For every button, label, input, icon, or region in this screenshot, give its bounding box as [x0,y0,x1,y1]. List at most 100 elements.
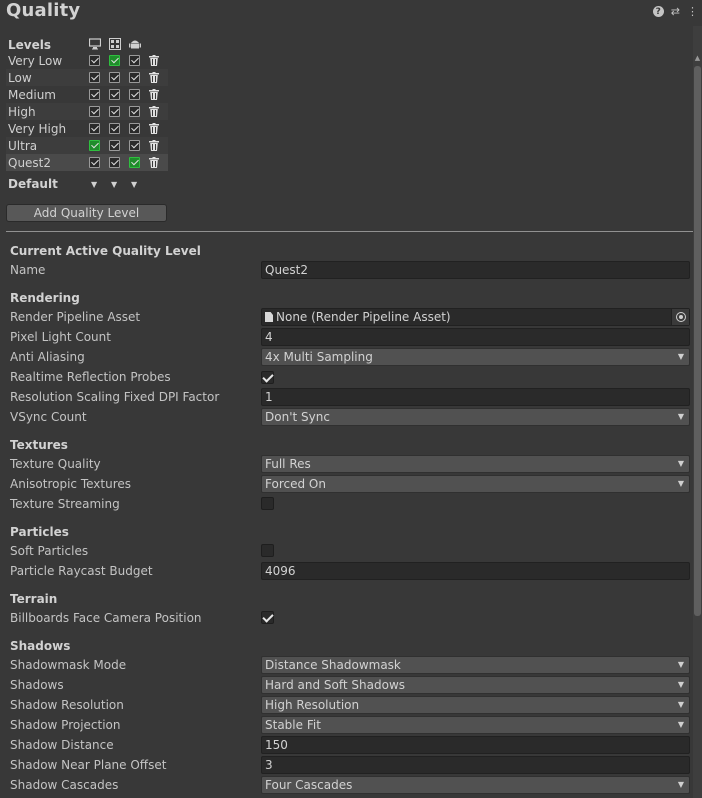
texture-quality-value: Full Res [265,457,311,471]
quality-levels-matrix: Levels Very Low Low Medium High Very Hig… [6,37,168,194]
shadow-projection-label: Shadow Projection [10,718,121,732]
trash-icon[interactable] [149,106,159,117]
chevron-down-icon: ▼ [677,680,684,689]
level-platform-checkbox[interactable] [109,106,120,117]
chevron-down-icon[interactable]: ▼ [91,180,97,189]
vsync-count-dropdown[interactable]: Don't Sync ▼ [261,408,690,426]
render-pipeline-field[interactable]: None (Render Pipeline Asset) [261,308,690,326]
object-picker-icon[interactable] [671,309,689,325]
level-name: Low [8,71,32,85]
realtime-reflection-probes-checkbox[interactable] [261,371,274,384]
chevron-down-icon[interactable]: ▼ [131,180,137,189]
level-platform-checkbox[interactable] [109,89,120,100]
level-platform-checkbox[interactable] [129,89,140,100]
level-platform-checkbox[interactable] [89,123,100,134]
level-row-quest2[interactable]: Quest2 [6,154,168,171]
shadow-resolution-label: Shadow Resolution [10,698,124,712]
asset-icon [265,312,273,322]
shadow-near-plane-offset-field[interactable]: 3 [261,756,690,774]
name-label: Name [10,263,46,277]
pixel-light-count-label: Pixel Light Count [10,330,111,344]
shadow-cascades-dropdown[interactable]: Four Cascades ▼ [261,776,690,794]
level-row-ultra[interactable]: Ultra [6,137,168,154]
level-platform-checkbox[interactable] [89,106,100,117]
desktop-icon [89,38,101,50]
level-default-checkbox[interactable] [109,55,120,66]
anti-aliasing-label: Anti Aliasing [10,350,85,364]
vertical-scrollbar[interactable]: ▲ [693,26,702,798]
vsync-count-label: VSync Count [10,410,87,424]
scrollbar-thumb[interactable] [694,66,701,616]
anisotropic-textures-label: Anisotropic Textures [10,477,132,491]
level-platform-checkbox[interactable] [129,123,140,134]
help-icon[interactable]: ? [652,6,664,17]
settings-sliders-icon[interactable]: ⇄ [671,6,680,17]
particles-section-title: Particles [10,525,69,539]
level-row-low[interactable]: Low [6,69,168,86]
level-row-high[interactable]: High [6,103,168,120]
level-platform-checkbox[interactable] [109,140,120,151]
chevron-down-icon: ▼ [677,479,684,488]
realtime-reflection-probes-label: Realtime Reflection Probes [10,370,171,384]
texture-quality-dropdown[interactable]: Full Res ▼ [261,455,690,473]
inspector-header: Quality ? ⇄ ⋮ [0,0,702,26]
anisotropic-textures-dropdown[interactable]: Forced On ▼ [261,475,690,493]
level-row-medium[interactable]: Medium [6,86,168,103]
default-level-row: Default ▼ ▼ ▼ [6,174,168,194]
trash-icon[interactable] [149,157,159,168]
shadowmask-mode-dropdown[interactable]: Distance Shadowmask ▼ [261,656,690,674]
shadow-distance-label: Shadow Distance [10,738,114,752]
chevron-down-icon[interactable]: ▼ [111,180,117,189]
section-divider [6,231,693,232]
trash-icon[interactable] [149,89,159,100]
level-platform-checkbox[interactable] [129,106,140,117]
soft-particles-checkbox[interactable] [261,544,274,557]
chevron-down-icon: ▼ [677,780,684,789]
dpi-factor-field[interactable]: 1 [261,388,690,406]
level-name: Quest2 [8,156,52,170]
level-platform-checkbox[interactable] [109,157,120,168]
level-platform-checkbox[interactable] [89,157,100,168]
anti-aliasing-dropdown[interactable]: 4x Multi Sampling ▼ [261,348,690,366]
level-row-very-high[interactable]: Very High [6,120,168,137]
chevron-down-icon: ▼ [677,459,684,468]
chevron-down-icon: ▼ [677,700,684,709]
particle-raycast-budget-field[interactable]: 4096 [261,562,690,580]
chevron-down-icon: ▼ [677,720,684,729]
scroll-up-arrow-icon[interactable]: ▲ [694,54,701,62]
level-platform-checkbox[interactable] [129,140,140,151]
level-platform-checkbox[interactable] [129,72,140,83]
level-name: High [8,105,36,119]
add-quality-level-button[interactable]: Add Quality Level [6,204,167,222]
level-row-very-low[interactable]: Very Low [6,52,168,69]
shadows-label: Shadows [10,678,64,692]
trash-icon[interactable] [149,55,159,66]
shadow-resolution-dropdown[interactable]: High Resolution ▼ [261,696,690,714]
texture-streaming-checkbox[interactable] [261,497,274,510]
trash-icon[interactable] [149,72,159,83]
shadow-projection-dropdown[interactable]: Stable Fit ▼ [261,716,690,734]
textures-section-title: Textures [10,438,68,452]
level-platform-checkbox[interactable] [89,55,100,66]
texture-streaming-label: Texture Streaming [10,497,120,511]
level-platform-checkbox[interactable] [89,72,100,83]
shadow-distance-field[interactable]: 150 [261,736,690,754]
level-platform-checkbox[interactable] [89,89,100,100]
level-name: Very High [8,122,67,136]
billboards-face-camera-checkbox[interactable] [261,611,274,624]
level-platform-checkbox[interactable] [109,72,120,83]
pixel-light-count-field[interactable]: 4 [261,328,690,346]
level-default-checkbox[interactable] [89,140,100,151]
name-field[interactable]: Quest2 [261,261,690,279]
shadows-dropdown[interactable]: Hard and Soft Shadows ▼ [261,676,690,694]
trash-icon[interactable] [149,123,159,134]
shadow-near-plane-offset-label: Shadow Near Plane Offset [10,758,167,772]
soft-particles-label: Soft Particles [10,544,89,558]
trash-icon[interactable] [149,140,159,151]
level-platform-checkbox[interactable] [129,55,140,66]
more-menu-icon[interactable]: ⋮ [687,6,698,17]
level-default-checkbox[interactable] [129,157,140,168]
shadowmask-mode-value: Distance Shadowmask [265,658,401,672]
level-platform-checkbox[interactable] [109,123,120,134]
page-title: Quality [6,0,81,21]
